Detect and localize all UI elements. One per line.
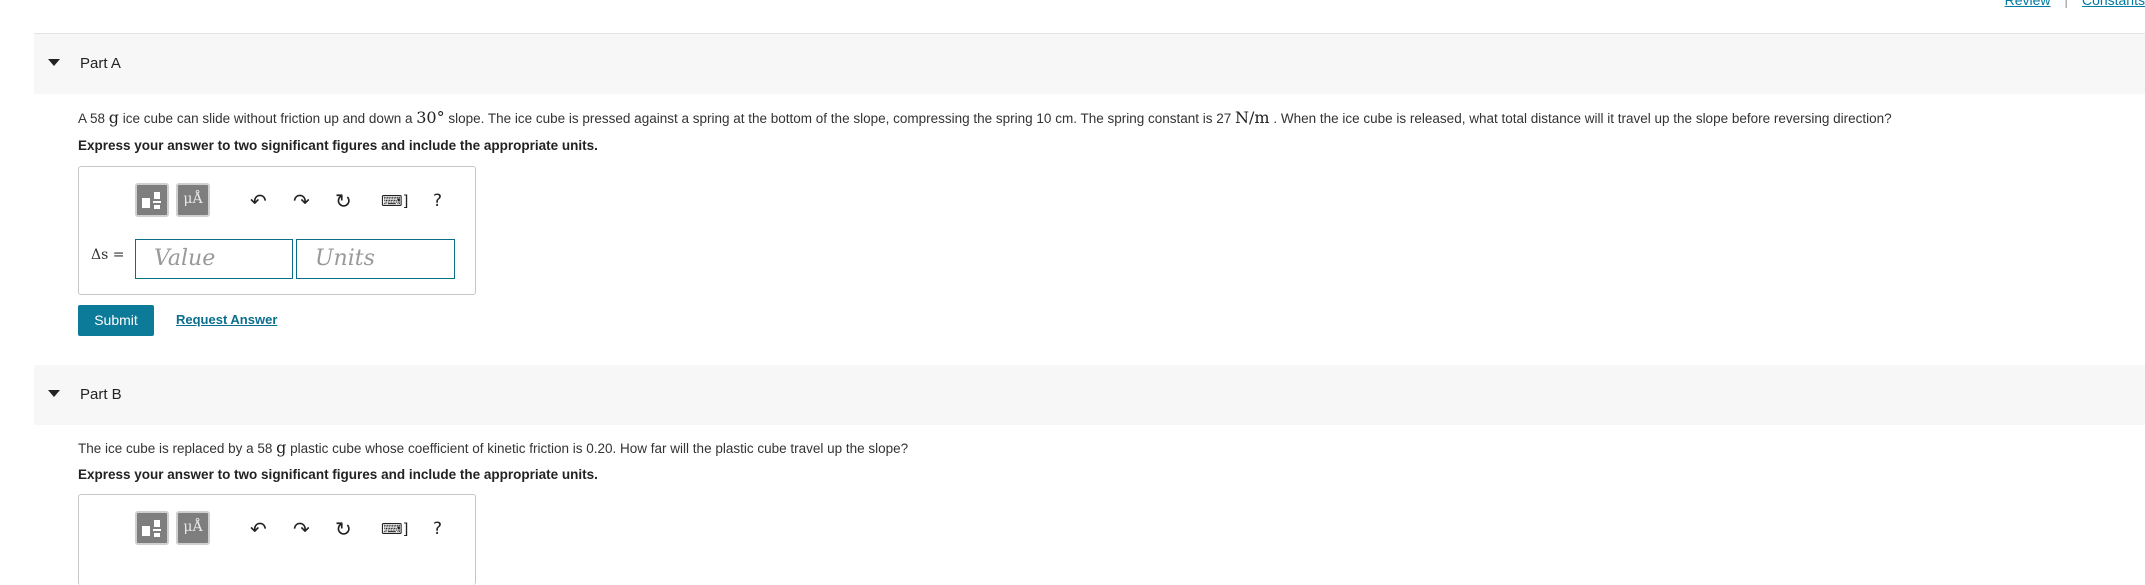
templates-icon	[142, 520, 161, 537]
link-separator: |	[2064, 0, 2069, 8]
keyboard-icon[interactable]: ⌨]	[381, 520, 409, 538]
help-icon[interactable]: ?	[433, 191, 442, 211]
keyboard-icon[interactable]: ⌨]	[381, 192, 409, 210]
part-b-title: Part B	[80, 386, 122, 403]
part-b-instruction: Express your answer to two significant f…	[78, 467, 598, 482]
part-b-question: The ice cube is replaced by a 58 g plast…	[78, 438, 909, 457]
templates-icon	[142, 192, 161, 209]
part-b-answer-box: μÅ ↶ ↷ ↻ ⌨] ?	[78, 494, 476, 585]
units-symbol: μÅ	[183, 519, 203, 535]
units-button[interactable]: μÅ	[176, 183, 210, 217]
delta-s-label: Δs =	[91, 247, 125, 263]
templates-button[interactable]	[135, 511, 169, 545]
submit-button[interactable]: Submit	[78, 305, 154, 336]
collapse-triangle-icon[interactable]	[48, 390, 60, 397]
part-a-title: Part A	[80, 55, 121, 72]
part-a-answer-box: μÅ ↶ ↷ ↻ ⌨] ? Δs = Value Units	[78, 166, 476, 295]
part-b-header[interactable]: Part B	[34, 365, 2145, 425]
reset-icon[interactable]: ↻	[335, 189, 352, 213]
undo-icon[interactable]: ↶	[250, 189, 267, 213]
top-links: Review | Constants	[1995, 0, 2145, 8]
collapse-triangle-icon[interactable]	[48, 59, 60, 66]
redo-icon[interactable]: ↷	[293, 189, 310, 213]
units-symbol: μÅ	[183, 191, 203, 207]
units-button[interactable]: μÅ	[176, 511, 210, 545]
value-input[interactable]: Value	[135, 239, 293, 279]
reset-icon[interactable]: ↻	[335, 517, 352, 541]
templates-button[interactable]	[135, 183, 169, 217]
units-input[interactable]: Units	[296, 239, 455, 279]
request-answer-link[interactable]: Request Answer	[176, 312, 277, 327]
part-a-question: A 58 g ice cube can slide without fricti…	[78, 108, 1892, 127]
constants-link[interactable]: Constants	[2082, 0, 2145, 8]
help-icon[interactable]: ?	[433, 519, 442, 539]
review-link[interactable]: Review	[2005, 0, 2051, 8]
part-a-instruction: Express your answer to two significant f…	[78, 138, 598, 153]
undo-icon[interactable]: ↶	[250, 517, 267, 541]
part-a-header[interactable]: Part A	[34, 34, 2145, 94]
redo-icon[interactable]: ↷	[293, 517, 310, 541]
